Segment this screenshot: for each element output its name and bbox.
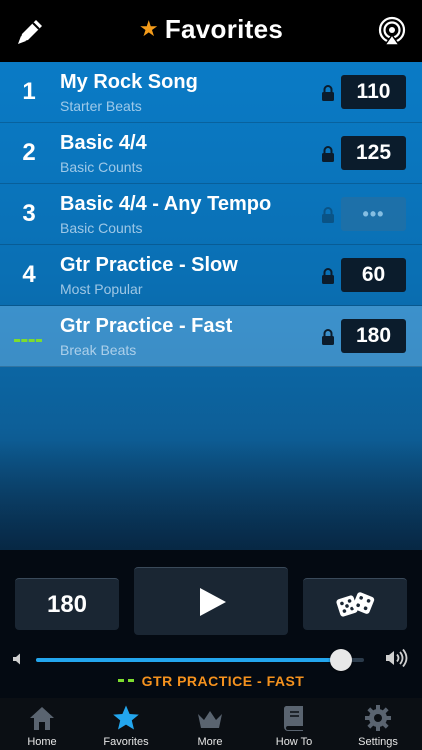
page-title: ★ Favorites [0, 14, 422, 45]
play-icon [200, 588, 226, 616]
playing-indicator [117, 679, 134, 682]
playing-indicator [14, 339, 42, 342]
tab-favorites[interactable]: Favorites [84, 698, 168, 750]
row-song-name: Basic 4/4 [60, 132, 147, 154]
volume-low-icon [13, 653, 20, 665]
row-song-name: Gtr Practice - Fast [60, 315, 233, 337]
row-index: 3 [22, 200, 36, 227]
favorite-row[interactable]: 3 Basic 4/4 - Any Tempo Basic Counts ••• [0, 184, 422, 245]
row-song-name: Gtr Practice - Slow [60, 254, 238, 276]
tab-settings[interactable]: Settings [336, 698, 420, 750]
airplay-button[interactable] [376, 15, 408, 47]
tab-more[interactable]: More [168, 698, 252, 750]
star-icon [113, 705, 139, 730]
volume-slider-fill [36, 658, 342, 662]
dice-icon [336, 592, 375, 617]
row-tempo-button[interactable]: 60 [341, 258, 406, 292]
row-category: Most Popular [60, 281, 143, 297]
tempo-button[interactable]: 180 [15, 578, 119, 630]
airplay-icon [378, 16, 406, 46]
volume-high-icon [386, 648, 408, 668]
favorite-row[interactable]: 1 My Rock Song Starter Beats 110 [0, 62, 422, 123]
lock-icon [322, 329, 334, 345]
now-playing-text: GTR PRACTICE - FAST [141, 673, 305, 689]
favorite-row[interactable]: 4 Gtr Practice - Slow Most Popular 60 [0, 245, 422, 306]
lock-icon [322, 85, 334, 101]
row-index: 1 [22, 78, 36, 105]
page-title-text: Favorites [164, 14, 284, 44]
tab-bar: Home Favorites More How To Settings [0, 698, 422, 750]
tab-label: More [197, 736, 223, 748]
row-category: Basic Counts [60, 159, 143, 175]
volume-slider[interactable] [36, 649, 364, 671]
row-index: 4 [22, 261, 36, 288]
row-index: 2 [22, 139, 36, 166]
row-category: Break Beats [60, 342, 137, 358]
row-tempo-button[interactable]: 110 [341, 75, 406, 109]
row-category: Starter Beats [60, 98, 142, 114]
lock-icon [322, 146, 334, 162]
row-tempo-button[interactable]: ••• [341, 197, 406, 231]
favorite-row-playing[interactable]: Gtr Practice - Fast Break Beats 180 [0, 306, 422, 367]
play-button[interactable] [134, 567, 288, 635]
now-playing-label: GTR PRACTICE - FAST [0, 673, 422, 689]
lock-icon [322, 207, 334, 223]
header-bar: ★ Favorites [0, 0, 422, 62]
row-song-name: Basic 4/4 - Any Tempo [60, 193, 272, 215]
house-icon [30, 707, 54, 730]
star-icon: ★ [138, 16, 159, 41]
tab-label: Home [27, 736, 57, 748]
tab-label: How To [275, 736, 313, 748]
tab-label: Favorites [103, 736, 149, 748]
tab-label: Settings [358, 736, 398, 748]
gear-icon [365, 705, 391, 731]
tab-home[interactable]: Home [0, 698, 84, 750]
row-category: Basic Counts [60, 220, 143, 236]
tab-how-to[interactable]: How To [252, 698, 336, 750]
favorites-list: 1 My Rock Song Starter Beats 110 2 Basic… [0, 62, 422, 550]
crown-icon [198, 711, 222, 728]
lock-icon [322, 268, 334, 284]
favorite-row[interactable]: 2 Basic 4/4 Basic Counts 125 [0, 123, 422, 184]
row-song-name: My Rock Song [60, 71, 198, 93]
random-button[interactable] [303, 578, 407, 630]
volume-slider-thumb[interactable] [330, 649, 353, 671]
row-tempo-button[interactable]: 125 [341, 136, 406, 170]
row-tempo-button[interactable]: 180 [341, 319, 406, 353]
player-controls: 180 GTR PRACTICE - FAST [0, 550, 422, 698]
book-icon [283, 706, 303, 731]
